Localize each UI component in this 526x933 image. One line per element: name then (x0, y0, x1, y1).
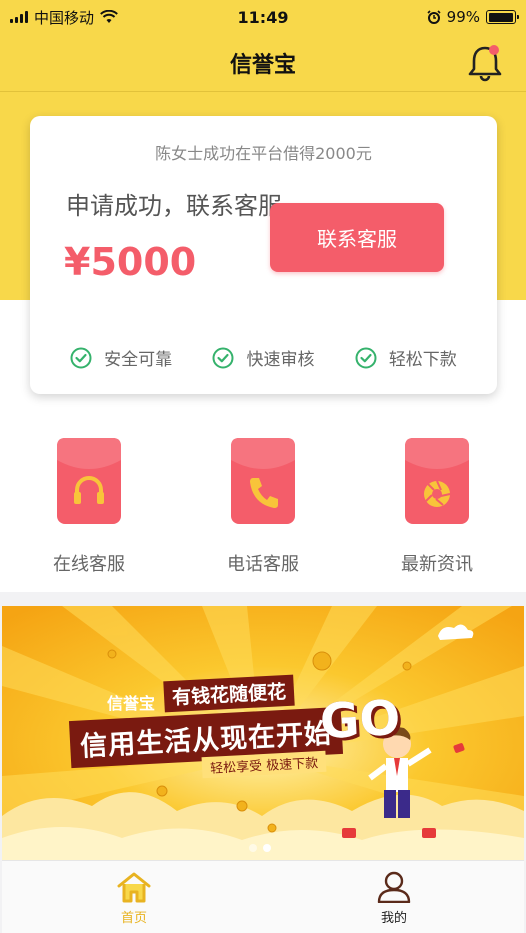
feature-label: 快速审核 (246, 350, 315, 370)
feature-list: 安全可靠 快速审核 轻松下款 (30, 345, 497, 370)
success-notice: 陈女士成功在平台借得2000元 (155, 144, 372, 163)
user-icon (377, 871, 411, 903)
tab-home[interactable]: 首页 (74, 861, 194, 933)
tab-profile[interactable]: 我的 (334, 861, 454, 933)
quick-link-label: 最新资讯 (401, 554, 473, 575)
signal-icon (10, 11, 28, 23)
status-left: 中国移动 (10, 7, 179, 28)
check-circle-icon (212, 347, 234, 368)
banner-brand: 信誉宝 (107, 694, 156, 713)
card-headline: 申请成功，联系客服 (66, 192, 282, 220)
alarm-icon (427, 10, 441, 24)
aperture-icon (405, 438, 469, 524)
status-time: 11:49 (237, 7, 289, 27)
promo-banner[interactable]: 有钱花随便花 信誉宝 信用生活从现在开始 GO 轻松享受 极速下款 (2, 606, 524, 860)
status-right: 99% (347, 8, 520, 26)
contact-service-button[interactable]: 联系客服 (270, 203, 444, 272)
tab-label: 我的 (380, 911, 407, 926)
page-title: 信誉宝 (229, 52, 296, 78)
home-icon (117, 872, 151, 903)
battery-fill (488, 12, 514, 22)
carousel-dot[interactable] (249, 844, 257, 852)
carrier-label: 中国移动 (34, 8, 95, 27)
latest-news-link[interactable]: 最新资讯 (357, 438, 517, 576)
carousel-dot[interactable] (263, 844, 271, 852)
phone-service-link[interactable]: 电话客服 (183, 438, 343, 576)
tab-label: 首页 (120, 911, 147, 926)
online-service-link[interactable]: 在线客服 (9, 438, 169, 576)
quick-link-label: 电话客服 (227, 554, 299, 575)
feature-item: 轻松下款 (355, 345, 457, 370)
headset-icon (57, 438, 121, 524)
battery-percent: 99% (446, 8, 481, 26)
bell-icon[interactable] (466, 42, 504, 82)
feature-label: 轻松下款 (388, 350, 457, 370)
banner-go-text: GO (318, 689, 402, 751)
feature-label: 安全可靠 (104, 350, 173, 370)
feature-item: 快速审核 (212, 345, 314, 370)
wifi-icon (100, 10, 118, 23)
loan-card: 陈女士成功在平台借得2000元 申请成功，联系客服 ¥5000 联系客服 安全可… (30, 116, 497, 394)
battery-icon (486, 10, 520, 24)
check-circle-icon (355, 347, 377, 368)
loan-amount: ¥5000 (64, 240, 197, 284)
status-bar: 中国移动 11:49 99% (0, 0, 526, 34)
phone-icon (231, 438, 295, 524)
app-header: 信誉宝 (0, 34, 526, 92)
check-circle-icon (70, 347, 92, 368)
tab-bar: 首页 我的 (2, 860, 524, 933)
feature-item: 安全可靠 (70, 345, 172, 370)
quick-link-label: 在线客服 (53, 554, 125, 575)
